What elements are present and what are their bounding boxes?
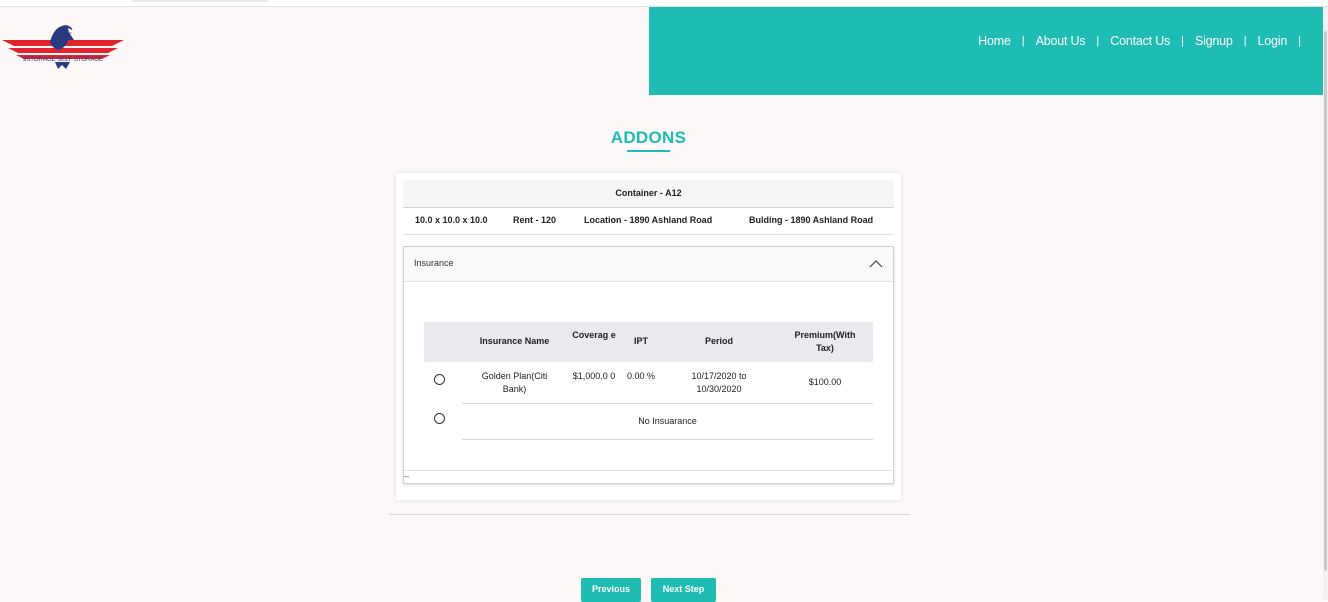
chevron-up-icon[interactable] — [869, 257, 883, 271]
nav-separator: | — [1298, 35, 1301, 47]
container-rent: Rent - 120 — [513, 215, 557, 225]
nav-separator: | — [1021, 35, 1025, 47]
content-divider — [389, 514, 910, 515]
insurance-panel-label: Insurance — [414, 258, 454, 268]
row-coverage: $1,000.0 0 — [572, 371, 616, 381]
logo-text: 9STORAGE SELF STORAGE — [23, 57, 103, 63]
container-building: Bulding - 1890 Ashland Road — [749, 215, 874, 225]
nav-separator: | — [1243, 35, 1247, 47]
insurance-table-header: Insurance Name Coverag e IPT Period Prem… — [424, 322, 873, 362]
insurance-panel-header[interactable]: Insurance — [404, 247, 893, 282]
page-scrollbar[interactable] — [1323, 7, 1328, 599]
container-title: Container - A12 — [403, 180, 894, 208]
nav-separator: | — [1096, 35, 1100, 47]
page-title: ADDONS — [610, 128, 687, 147]
row-insurance-name: Golden Plan(Citi Bank) — [481, 371, 548, 394]
col-period: Period — [704, 336, 733, 346]
row-ipt: 0.00 % — [626, 371, 656, 381]
browser-top-strip — [0, 0, 1328, 7]
insurance-radio-golden-plan[interactable] — [434, 374, 445, 385]
top-tab-indicator — [132, 0, 268, 2]
nav-contact-us[interactable]: Contact Us — [1110, 34, 1170, 48]
panel-footer-line — [404, 470, 893, 471]
header-bar — [649, 7, 1323, 95]
no-insurance-label: No Insuarance — [638, 416, 697, 426]
row-premium: $100.00 — [808, 377, 842, 387]
nav-login[interactable]: Login — [1258, 34, 1288, 48]
col-ipt: IPT — [633, 336, 648, 346]
col-coverage: Coverag e — [572, 330, 616, 340]
next-step-button[interactable]: Next Step — [651, 578, 716, 602]
nav-signup[interactable]: Signup — [1195, 34, 1233, 48]
no-insurance-radio[interactable] — [434, 413, 445, 424]
main-nav: Home | About Us | Contact Us | Signup | … — [978, 34, 1312, 48]
scrollbar-thumb[interactable] — [1324, 31, 1327, 571]
nav-home[interactable]: Home — [978, 34, 1011, 48]
container-details-row: 10.0 x 10.0 x 10.0 Rent - 120 Location -… — [403, 209, 894, 235]
nav-about-us[interactable]: About Us — [1036, 34, 1086, 48]
title-underline — [627, 150, 670, 152]
nav-separator: | — [1181, 35, 1184, 47]
container-location: Location - 1890 Ashland Road — [584, 215, 713, 225]
addons-card: Container - A12 10.0 x 10.0 x 10.0 Rent … — [396, 173, 901, 500]
row-period: 10/17/2020 to 10/30/2020 — [691, 371, 747, 394]
previous-button[interactable]: Previous — [581, 578, 641, 602]
row-divider — [462, 403, 873, 404]
site-logo[interactable]: 9STORAGE SELF STORAGE — [2, 22, 124, 78]
col-premium: Premium(With Tax) — [794, 330, 856, 353]
col-insurance-name: Insurance Name — [479, 336, 550, 346]
row-divider — [462, 439, 873, 440]
insurance-panel: Insurance Insurance Name Coverag e IPT P… — [403, 246, 894, 484]
container-size: 10.0 x 10.0 x 10.0 — [415, 215, 488, 225]
panel-footer-mark: – — [404, 471, 410, 481]
